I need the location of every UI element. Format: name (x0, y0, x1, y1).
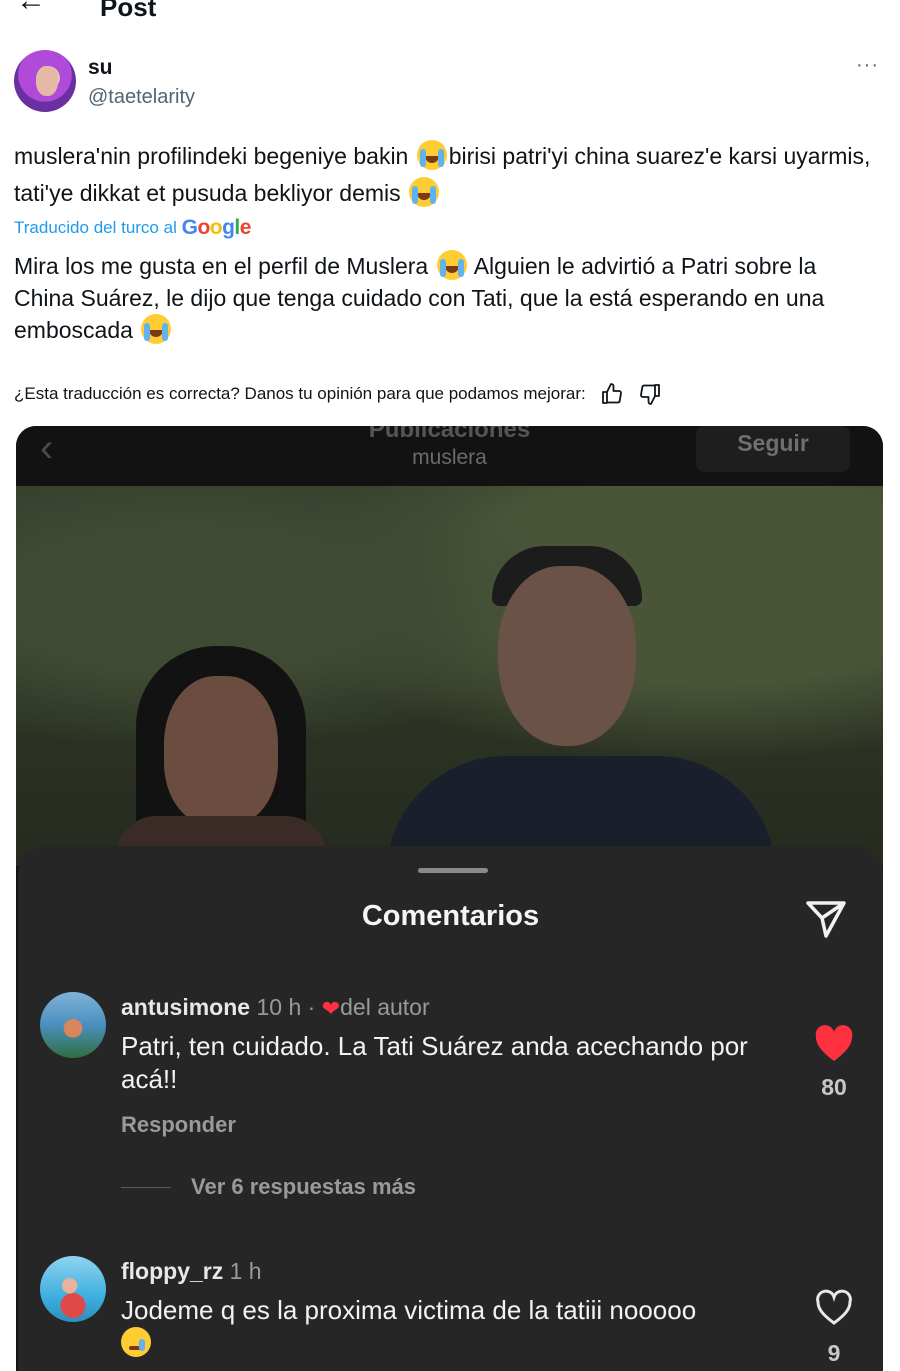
comment-text: Patri, ten cuidado. La Tati Suárez anda … (121, 1031, 748, 1094)
more-options-icon[interactable]: ··· (856, 54, 879, 77)
commenter-username: antusimone (121, 994, 251, 1020)
comment-time: 1 h (223, 1258, 262, 1284)
commenter-username: floppy_rz (121, 1258, 224, 1284)
comment-text: Jodeme q es la proxima victima de la tat… (121, 1294, 791, 1365)
heart-outline-icon (816, 1289, 852, 1325)
commenter-avatar (40, 1256, 106, 1322)
like-count: 9 (827, 1340, 841, 1366)
heart-filled-icon (815, 1025, 853, 1061)
view-more-replies-label: Ver 6 respuestas más (191, 1174, 417, 1199)
thumbs-up-icon[interactable] (600, 382, 624, 406)
author-handle[interactable]: @taetelarity (88, 86, 195, 109)
post-media[interactable]: ‹ Publicaciones muslera Seguir Comentari… (16, 426, 883, 1371)
top-bar: ← Post (0, 0, 900, 30)
commenter-avatar (40, 992, 106, 1058)
avatar[interactable] (14, 50, 76, 112)
couple-photo (16, 486, 883, 886)
comment-item: floppy_rz 1 h Jodeme q es la proxima vic… (18, 1250, 883, 1371)
loudly-crying-face-icon (416, 140, 447, 170)
post-text: muslera'nin profilindeki begeniye bakin … (14, 138, 890, 212)
thumbs-down-icon[interactable] (638, 382, 662, 406)
instagram-header: ‹ Publicaciones muslera Seguir (16, 426, 883, 486)
comment-time: 10 h · (250, 994, 322, 1020)
author-liked-badge: del autor (340, 994, 430, 1020)
loudly-crying-face-icon (409, 177, 440, 207)
translation-text: Mira los me gusta en el perfil de Musler… (14, 250, 874, 346)
sheet-drag-handle (418, 868, 488, 873)
crying-face-icon (121, 1327, 151, 1357)
follow-button: Seguir (696, 426, 850, 472)
loudly-crying-face-icon (141, 314, 172, 344)
view-more-replies: Ver 6 respuestas más (121, 1174, 416, 1200)
google-logo: Google (181, 216, 252, 239)
arrow-left-icon[interactable]: ← (16, 0, 46, 16)
like-count: 80 (821, 1074, 847, 1100)
heart-icon: ❤ (321, 996, 341, 1021)
feedback-question: ¿Esta traducción es correcta? Danos tu o… (14, 384, 586, 403)
translated-label: Traducido del turco al (14, 218, 177, 237)
loudly-crying-face-icon (436, 250, 467, 280)
comment-item: antusimone 10 h · ❤del autor Patri, ten … (18, 986, 883, 1226)
translation-feedback: ¿Esta traducción es correcta? Danos tu o… (14, 380, 662, 408)
page-title: Post (100, 0, 157, 22)
send-icon (806, 901, 846, 938)
reply-button: Responder (121, 1112, 236, 1137)
comments-title: Comentarios (361, 900, 540, 932)
comments-sheet: Comentarios antusimone 10 h · ❤del autor… (18, 846, 883, 1371)
post-text-part1: muslera'nin profilindeki begeniye bakin (14, 143, 415, 169)
translated-by-google[interactable]: Traducido del turco al Google (14, 216, 251, 240)
translation-part1: Mira los me gusta en el perfil de Musler… (14, 253, 435, 279)
author-name[interactable]: su (88, 56, 113, 80)
